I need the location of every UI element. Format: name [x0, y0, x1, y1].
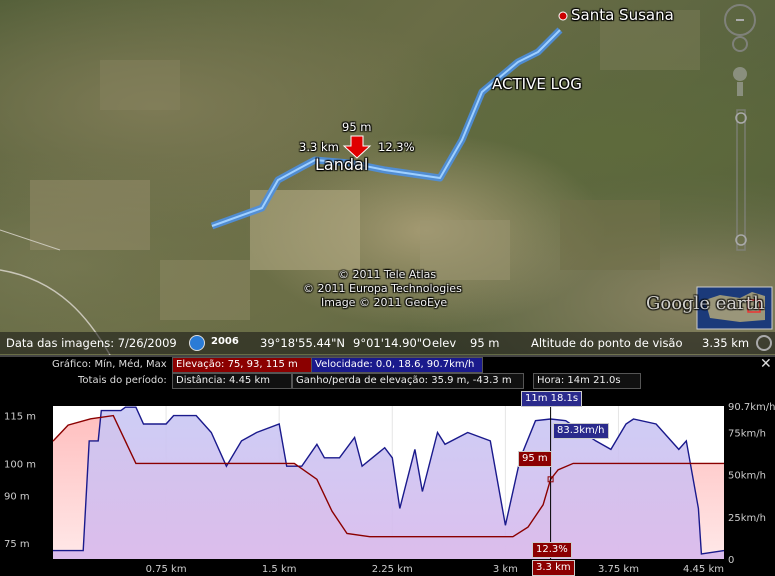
marker-distance-label: 3.3 km — [299, 140, 339, 154]
x-tick-label: 4.45 km — [683, 564, 724, 575]
look-control-icon[interactable] — [733, 37, 747, 51]
y-right-tick-label: 25km/h — [728, 513, 766, 524]
marker-elevation-label: 95 m — [342, 120, 372, 134]
place-pin-icon — [558, 11, 568, 21]
copyright-line-1: © 2011 Tele Atlas — [338, 268, 437, 281]
elevation-value: 95 m — [470, 336, 500, 350]
marker-grade-label: 12.3% — [378, 140, 415, 154]
x-tick-label: 3.75 km — [598, 564, 639, 575]
imagery-date: Data das imagens: 7/26/2009 — [6, 336, 177, 350]
compass-icon[interactable] — [725, 5, 755, 35]
historical-imagery-clock-icon[interactable] — [189, 335, 205, 351]
satellite-map[interactable]: Santa Susana ACTIVE LOG Landal 95 m 3.3 … — [0, 0, 775, 355]
y-left-tick-label: 75 m — [4, 539, 30, 550]
place-label-landal[interactable]: Landal — [315, 155, 368, 174]
street-view-pegman-icon[interactable] — [733, 66, 747, 96]
overview-map[interactable] — [697, 287, 772, 329]
place-label-santa-susana[interactable]: Santa Susana — [571, 6, 674, 24]
y-left-tick-label: 100 m — [4, 459, 36, 470]
latitude: 39°18'55.44"N — [260, 336, 345, 350]
y-left-tick-label: 90 m — [4, 491, 30, 502]
zoom-slider[interactable] — [733, 108, 747, 253]
copyright-line-2: © 2011 Europa Technologies — [303, 282, 462, 295]
cursor-elevation: 95 m — [518, 451, 552, 467]
elevation-profile-panel: ✕ Gráfico: Mín, Méd, Max Elevação: 75, 9… — [0, 357, 775, 576]
y-right-tick-label: 90.7km/h — [728, 402, 775, 413]
elevation-label: elev — [432, 336, 457, 350]
status-bar: Data das imagens: 7/26/2009 2006 39°18'5… — [0, 332, 775, 354]
y-right-tick-label: 0 — [728, 555, 734, 566]
cursor-speed: 83.3km/h — [553, 423, 609, 439]
x-tick-label: 1.5 km — [262, 564, 297, 575]
x-tick-label: 3 km — [493, 564, 518, 575]
eye-altitude-label: Altitude do ponto de visão — [531, 336, 683, 350]
cursor-time: 11m 18.1s — [521, 391, 583, 407]
x-tick-label: 0.75 km — [146, 564, 187, 575]
x-tick-label: 2.25 km — [372, 564, 413, 575]
profile-chart[interactable]: 115 m 100 m 90 m 75 m 90.7km/h 75km/h 50km/h 25… — [0, 357, 775, 576]
copyright-line-3: Image © 2011 GeoEye — [321, 296, 448, 309]
status-indicator-icon — [756, 335, 772, 351]
cursor-distance: 3.3 km — [532, 560, 575, 576]
image-year[interactable]: 2006 — [211, 336, 239, 347]
place-label-active-log[interactable]: ACTIVE LOG — [492, 75, 582, 93]
cursor-grade: 12.3% — [532, 542, 572, 558]
eye-altitude-value: 3.35 km — [702, 336, 750, 350]
longitude: 9°01'14.90"O — [353, 336, 432, 350]
y-left-tick-label: 115 m — [4, 412, 36, 423]
y-right-tick-label: 75km/h — [728, 428, 766, 439]
y-right-tick-label: 50km/h — [728, 471, 766, 482]
